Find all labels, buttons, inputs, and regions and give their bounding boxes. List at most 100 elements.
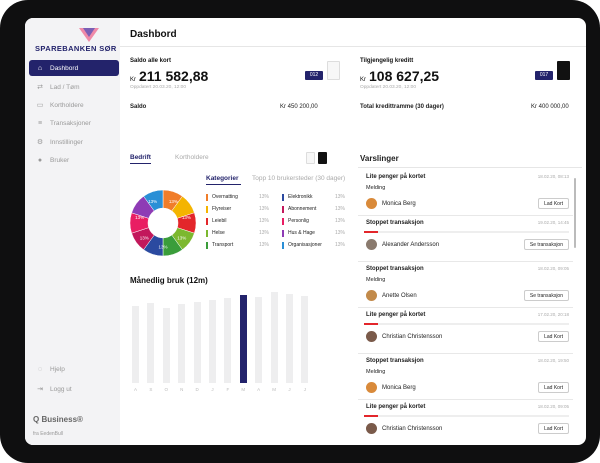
legend-item: Elektronikk	[282, 193, 312, 201]
legend-swatch	[282, 229, 284, 237]
legend-percent: 13%	[259, 230, 270, 236]
month-bar	[301, 296, 309, 383]
legend-item: Transport	[206, 241, 233, 249]
list-icon: ≡	[37, 119, 43, 127]
help-link[interactable]: ◌ Hjelp	[29, 361, 119, 377]
alert-message-label: Melding	[366, 277, 386, 283]
sidebar-item-innstillinger[interactable]: ⚙ Innstillinger	[29, 134, 119, 150]
legend-label: Leiebil	[212, 218, 227, 224]
tab-kategorier[interactable]: Kategorier	[206, 175, 239, 182]
sidebar-item-bruker[interactable]: ● Bruker	[29, 152, 119, 168]
legend-percent: 13%	[335, 218, 346, 224]
alert-item[interactable]: Stoppet transaksjon 18.02.20, 09:05 Meldin…	[358, 263, 573, 309]
card-mini-icon	[306, 152, 315, 164]
alert-heading: Lite penger på kortet	[366, 404, 426, 410]
balance-amount: Kr 211 582,88	[130, 68, 208, 84]
lad-kort-button[interactable]: Lad Kort	[538, 382, 569, 393]
avatar	[366, 239, 377, 250]
tab-topp10[interactable]: Topp 10 brukersteder (30 dager)	[252, 175, 345, 182]
home-icon: ⌂	[37, 64, 43, 72]
sidebar: SPAREBANKEN SØR ⌂ Dashbord ⇄ Lad / Tøm ▭…	[25, 18, 120, 445]
balance-updated: Oppdatert 20.03.20, 12:00	[130, 85, 187, 90]
credit-card-badge: 017	[535, 71, 553, 80]
month-label: A	[257, 387, 261, 392]
month-bar	[193, 302, 201, 383]
lad-kort-button[interactable]: Lad Kort	[538, 198, 569, 209]
legend-item: Helse	[206, 229, 225, 237]
alert-heading: Stoppet transaksjon	[366, 220, 424, 226]
product-subtitle: fra EedenBull	[33, 431, 64, 437]
sidebar-item-dashbord[interactable]: ⌂ Dashbord	[29, 60, 119, 76]
month-label: A	[133, 387, 137, 392]
legend-item: Overnatting	[206, 193, 238, 201]
alert-divider	[358, 353, 573, 354]
alert-progress-fill	[364, 415, 378, 417]
sidebar-item-transaksjoner[interactable]: ≡ Transaksjoner	[29, 115, 119, 131]
credit-currency: Kr	[360, 77, 366, 83]
month-bar	[209, 300, 216, 383]
alert-progress	[364, 323, 569, 325]
tablet-frame: SPAREBANKEN SØR ⌂ Dashbord ⇄ Lad / Tøm ▭…	[0, 0, 600, 463]
legend-percent: 13%	[259, 218, 270, 224]
legend-item: Organisasjoner	[282, 241, 322, 249]
sidebar-item-kortholdere[interactable]: ▭ Kortholdere	[29, 97, 119, 113]
credit-updated: Oppdatert 20.03.20, 12:00	[360, 85, 417, 90]
alert-timestamp: 18.02.20, 09:05	[537, 266, 569, 271]
sidebar-item-label: Dashbord	[50, 64, 79, 72]
lad-kort-button[interactable]: Lad Kort	[538, 331, 569, 342]
legend-swatch	[282, 193, 284, 201]
lad-kort-button[interactable]: Lad Kort	[538, 423, 569, 434]
legend-label: Personlig	[288, 218, 309, 224]
logout-icon: ⇥	[37, 386, 43, 393]
legend-swatch	[206, 217, 208, 225]
person-name: Christian Christensson	[382, 334, 443, 340]
person-name: Monica Berg	[382, 201, 416, 207]
alert-timestamp: 18.02.20, 09:05	[537, 404, 569, 409]
logout-link[interactable]: ⇥ Logg ut	[29, 381, 119, 397]
card-thumbnail	[327, 61, 340, 80]
sidebar-item-label: Kortholdere	[50, 101, 84, 109]
legend-label: Abonnement	[288, 206, 317, 212]
brand-name: SPAREBANKEN SØR	[35, 44, 117, 53]
legend-label: Helse	[212, 230, 225, 236]
legend-percent: 13%	[335, 206, 346, 212]
tab-underline	[206, 184, 241, 185]
alert-message-label: Melding	[366, 369, 386, 375]
alert-item[interactable]: Lite penger på kortet 17.02.20, 20:18 Chri…	[358, 309, 573, 355]
logout-label: Logg ut	[50, 385, 72, 393]
alerts-scrollbar[interactable]	[574, 178, 576, 248]
card-holder-icon: ▭	[36, 102, 44, 109]
month-bar	[178, 304, 186, 383]
alert-item[interactable]: Stoppet transaksjon 18.02.20, 19:50 Meldin…	[358, 355, 573, 401]
sidebar-item-label: Bruker	[50, 156, 70, 164]
month-label: O	[164, 387, 169, 392]
main-content: Dashbord Saldo alle kort Kr 211 582,88 Op…	[120, 18, 586, 445]
se-transaksjon-button[interactable]: Se transaksjon	[523, 239, 569, 250]
avatar	[366, 423, 377, 434]
credit-total-label: Total kredittramme (30 dager)	[360, 104, 444, 110]
month-label: S	[149, 387, 153, 392]
alerts-title: Varslinger	[360, 154, 399, 163]
alert-divider	[358, 399, 573, 400]
alert-progress	[364, 415, 569, 417]
credit-amount: Kr 108 627,25	[360, 68, 439, 84]
credit-value: 108 627,25	[369, 68, 440, 84]
month-bar	[270, 292, 278, 383]
alert-item[interactable]: Lite penger på kortet 18.02.20, 08:13 Meld…	[358, 171, 573, 217]
legend-swatch	[282, 205, 284, 213]
sidebar-item-lad-tom[interactable]: ⇄ Lad / Tøm	[29, 79, 119, 95]
month-label: J	[303, 387, 307, 392]
category-donut-chart: 13% 13% 13% 13% 13% 13% 13%	[129, 189, 197, 257]
tab-bedrift[interactable]: Bedrift	[130, 154, 151, 161]
help-icon: ◌	[37, 365, 43, 373]
page-title: Dashbord	[130, 29, 177, 40]
alert-item[interactable]: Stoppet transaksjon 19.02.20, 14:45 Alexan…	[358, 217, 573, 263]
month-label: F	[226, 387, 230, 392]
legend-swatch	[206, 229, 208, 237]
se-transaksjon-button[interactable]: Se transaksjon	[523, 290, 569, 301]
legend-percent: 13%	[335, 194, 346, 200]
tab-underline	[130, 163, 151, 164]
tab-kortholdere[interactable]: Kortholdere	[175, 154, 209, 161]
person-name: Anette Olsen	[382, 293, 417, 299]
alert-item[interactable]: Lite penger på kortet 18.02.20, 09:05 Chri…	[358, 401, 573, 445]
